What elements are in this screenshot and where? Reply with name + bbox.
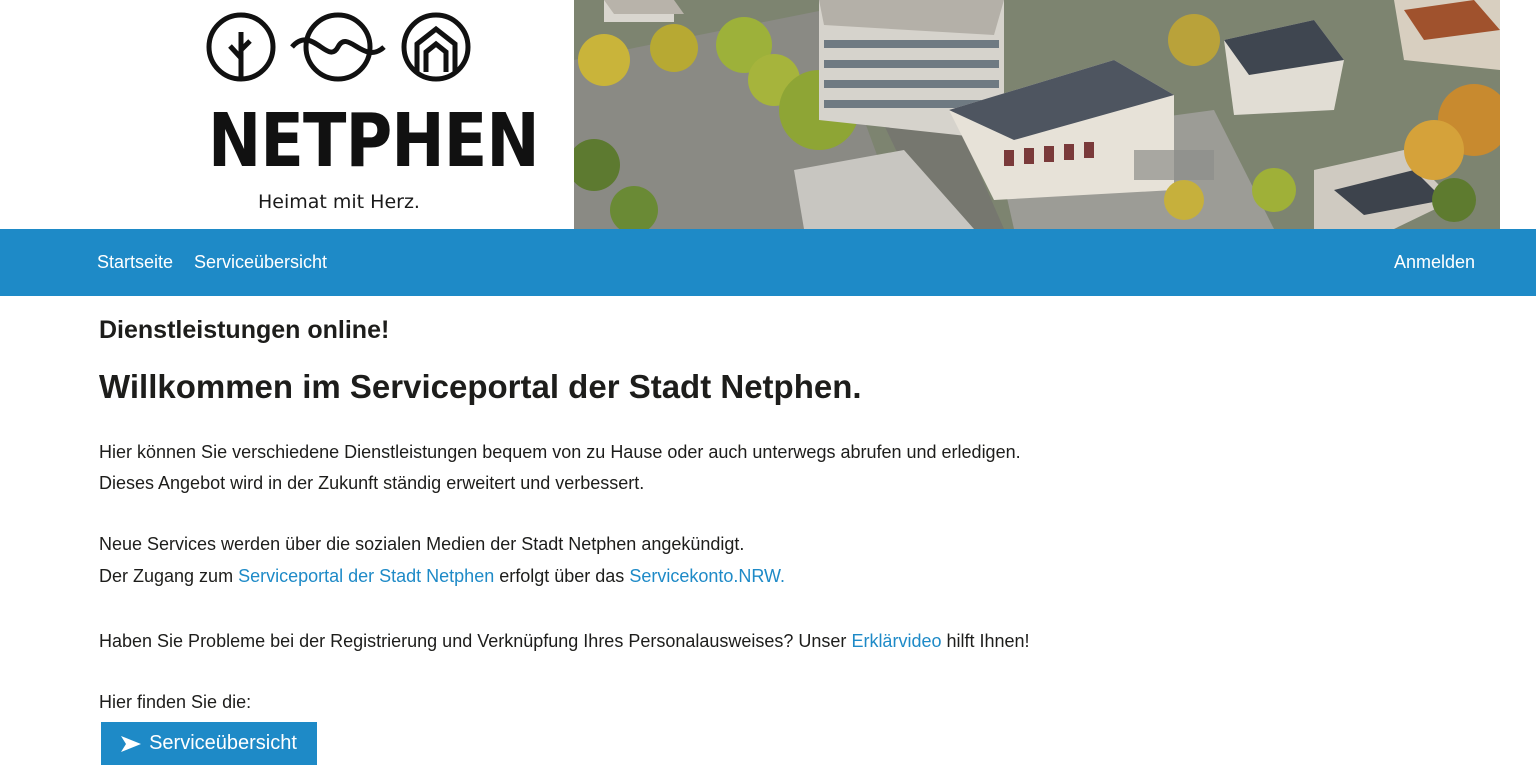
site-header: NETPHEN Heimat mit Herz. (0, 0, 1536, 229)
access-text-middle: erfolgt über das (494, 566, 630, 586)
access-text-before: Der Zugang zum (99, 566, 239, 586)
house-icon (401, 12, 471, 82)
services-announcement: Neue Services werden über die sozialen M… (99, 534, 745, 554)
nav-item-startseite[interactable]: Startseite (97, 229, 173, 296)
access-info: Der Zugang zum Serviceportal der Stadt N… (99, 565, 785, 587)
main-navbar: Startseite Serviceübersicht Anmelden (0, 229, 1536, 296)
tree-icon (206, 12, 276, 82)
logo-slogan: Heimat mit Herz. (258, 191, 420, 213)
nav-item-serviceuebersicht[interactable]: Serviceübersicht (194, 229, 327, 296)
hero-image (574, 0, 1500, 229)
erklaervideo-link[interactable]: Erklärvideo (851, 631, 941, 651)
aerial-town-photo (574, 0, 1500, 229)
help-text-after: hilft Ihnen! (941, 631, 1030, 651)
intro-line-2: Dieses Angebot wird in der Zukunft ständ… (99, 473, 645, 493)
intro-line-1: Hier können Sie verschiedene Dienstleist… (99, 442, 1021, 462)
find-here-label: Hier finden Sie die: (99, 692, 252, 712)
servicekonto-nrw-link[interactable]: Servicekonto.NRW. (629, 566, 785, 586)
logo-icons (206, 12, 471, 82)
page-subtitle: Dienstleistungen online! (99, 316, 390, 344)
serviceportal-link[interactable]: Serviceportal der Stadt Netphen (238, 566, 494, 586)
netphen-logo[interactable]: NETPHEN Heimat mit Herz. (204, 10, 540, 220)
page-title: Willkommen im Serviceportal der Stadt Ne… (99, 368, 862, 405)
arrow-right-icon (121, 735, 142, 752)
help-text-before: Haben Sie Probleme bei der Registrierung… (99, 631, 852, 651)
login-link[interactable]: Anmelden (1394, 229, 1475, 296)
serviceuebersicht-button[interactable]: Serviceübersicht (101, 722, 317, 765)
logo-wordmark: NETPHEN (208, 98, 540, 184)
wave-icon (290, 12, 386, 82)
help-info: Haben Sie Probleme bei der Registrierung… (99, 630, 1030, 652)
serviceuebersicht-button-label: Serviceübersicht (149, 732, 297, 754)
